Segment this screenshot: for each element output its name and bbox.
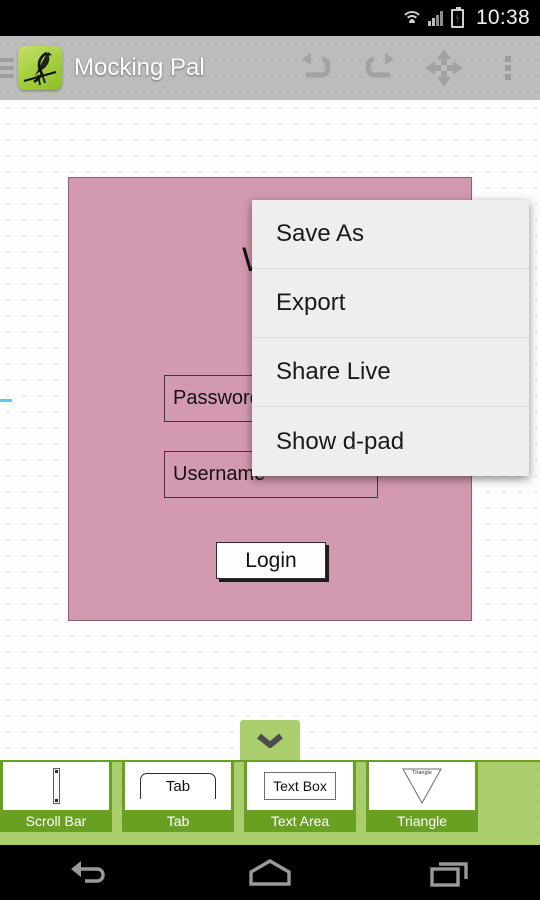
back-button[interactable] bbox=[35, 845, 145, 900]
status-bar-clock: 10:38 bbox=[475, 6, 530, 29]
widget-palette[interactable]: Scroll Bar Tab Tab Text Box Text Area Tr… bbox=[0, 760, 540, 845]
menu-item-show-d-pad[interactable]: Show d-pad bbox=[252, 407, 529, 476]
redo-button[interactable] bbox=[348, 36, 412, 100]
palette-item-text-area[interactable]: Text Box Text Area bbox=[244, 762, 356, 832]
move-dpad-icon bbox=[425, 49, 463, 87]
palette-item-label: Text Area bbox=[270, 813, 330, 829]
cellular-signal-icon bbox=[427, 10, 446, 26]
tab-icon: Tab bbox=[125, 762, 231, 810]
chevron-down-icon bbox=[257, 733, 283, 748]
design-canvas[interactable]: Wel Password Username Login Save As Expo… bbox=[0, 100, 540, 778]
app-bar: Mocking Pal bbox=[0, 36, 540, 100]
login-button[interactable]: Login bbox=[216, 542, 326, 579]
wifi-icon bbox=[400, 10, 423, 27]
textbox-thumb-text: Text Box bbox=[264, 772, 336, 800]
palette-item-label: Scroll Bar bbox=[25, 813, 87, 829]
overflow-button[interactable] bbox=[476, 36, 540, 100]
app-title: Mocking Pal bbox=[74, 54, 205, 81]
mockingbird-glyph bbox=[23, 51, 57, 86]
palette-item-label: Triangle bbox=[396, 813, 448, 829]
triangle-thumb-text: Triangle bbox=[412, 770, 432, 776]
undo-button[interactable] bbox=[284, 36, 348, 100]
scrollbar-icon bbox=[3, 762, 109, 810]
menu-item-share-live[interactable]: Share Live bbox=[252, 338, 529, 407]
dpad-button[interactable] bbox=[412, 36, 476, 100]
status-bar: 10:38 bbox=[0, 0, 540, 36]
palette-item-scroll-bar[interactable]: Scroll Bar bbox=[0, 762, 112, 832]
recents-button[interactable] bbox=[395, 845, 505, 900]
recents-icon bbox=[430, 861, 468, 887]
overflow-dropdown-menu[interactable]: Save As Export Share Live Show d-pad bbox=[252, 200, 529, 476]
android-nav-bar bbox=[0, 845, 540, 900]
palette-item-tab[interactable]: Tab Tab bbox=[122, 762, 234, 832]
triangle-icon: Triangle bbox=[369, 762, 475, 810]
home-icon bbox=[249, 858, 291, 886]
undo-icon bbox=[302, 53, 331, 78]
textbox-icon: Text Box bbox=[247, 762, 353, 810]
palette-collapse-button[interactable] bbox=[240, 720, 300, 760]
palette-item-label: Tab bbox=[166, 813, 190, 829]
home-button[interactable] bbox=[215, 845, 325, 900]
redo-icon bbox=[365, 53, 394, 78]
mockingbird-logo-icon bbox=[18, 46, 62, 90]
canvas-edge-handle[interactable] bbox=[0, 399, 12, 402]
status-bar-icons: 10:38 bbox=[400, 6, 530, 30]
menu-item-export[interactable]: Export bbox=[252, 269, 529, 338]
tab-thumb-text: Tab bbox=[140, 773, 216, 799]
palette-item-triangle[interactable]: Triangle Triangle bbox=[366, 762, 478, 832]
more-vertical-icon bbox=[505, 53, 511, 83]
hamburger-icon[interactable] bbox=[0, 58, 14, 78]
back-arrow-icon bbox=[71, 860, 105, 883]
battery-charging-icon bbox=[450, 6, 464, 28]
menu-item-save-as[interactable]: Save As bbox=[252, 200, 529, 269]
